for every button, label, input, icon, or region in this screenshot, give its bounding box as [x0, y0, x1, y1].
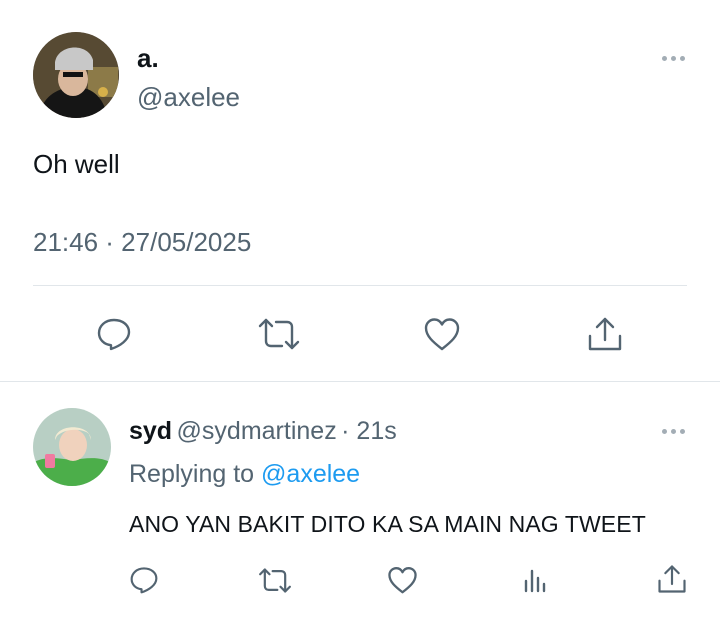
reply-text: ANO YAN BAKIT DITO KA SA MAIN NAG TWEET — [129, 511, 646, 537]
reply-handle[interactable]: @sydmartinez — [177, 417, 337, 445]
user-handle[interactable]: @axelee — [137, 82, 240, 113]
reply-more-options-icon[interactable] — [662, 429, 685, 434]
replying-mention-link[interactable]: @axelee — [261, 460, 360, 488]
views-icon[interactable] — [519, 564, 551, 596]
reply-avatar[interactable] — [33, 408, 111, 486]
more-options-icon[interactable] — [662, 56, 685, 61]
like-icon[interactable] — [422, 314, 462, 354]
share-icon[interactable] — [585, 314, 625, 354]
reply-avatar-photo — [33, 408, 111, 486]
reply-display-name[interactable]: syd — [129, 417, 172, 445]
reply-retweet-icon[interactable] — [256, 564, 294, 596]
replying-to-line: Replying to @axelee — [129, 460, 360, 489]
divider — [0, 381, 720, 382]
reply-share-icon[interactable] — [655, 562, 689, 596]
avatar-photo — [33, 32, 119, 118]
avatar[interactable] — [33, 32, 119, 118]
tweet-text: Oh well — [33, 149, 120, 179]
replying-prefix: Replying to — [129, 460, 255, 488]
divider — [33, 285, 687, 286]
reply-like-icon[interactable] — [386, 564, 418, 596]
display-name[interactable]: a. — [137, 43, 159, 74]
retweet-icon[interactable] — [256, 314, 302, 354]
reply-icon[interactable] — [94, 314, 134, 354]
tweet-timestamp[interactable]: 21:46 · 27/05/2025 — [33, 227, 251, 258]
reply-reply-icon[interactable] — [128, 564, 160, 596]
reply-age: · 21s — [341, 417, 397, 445]
